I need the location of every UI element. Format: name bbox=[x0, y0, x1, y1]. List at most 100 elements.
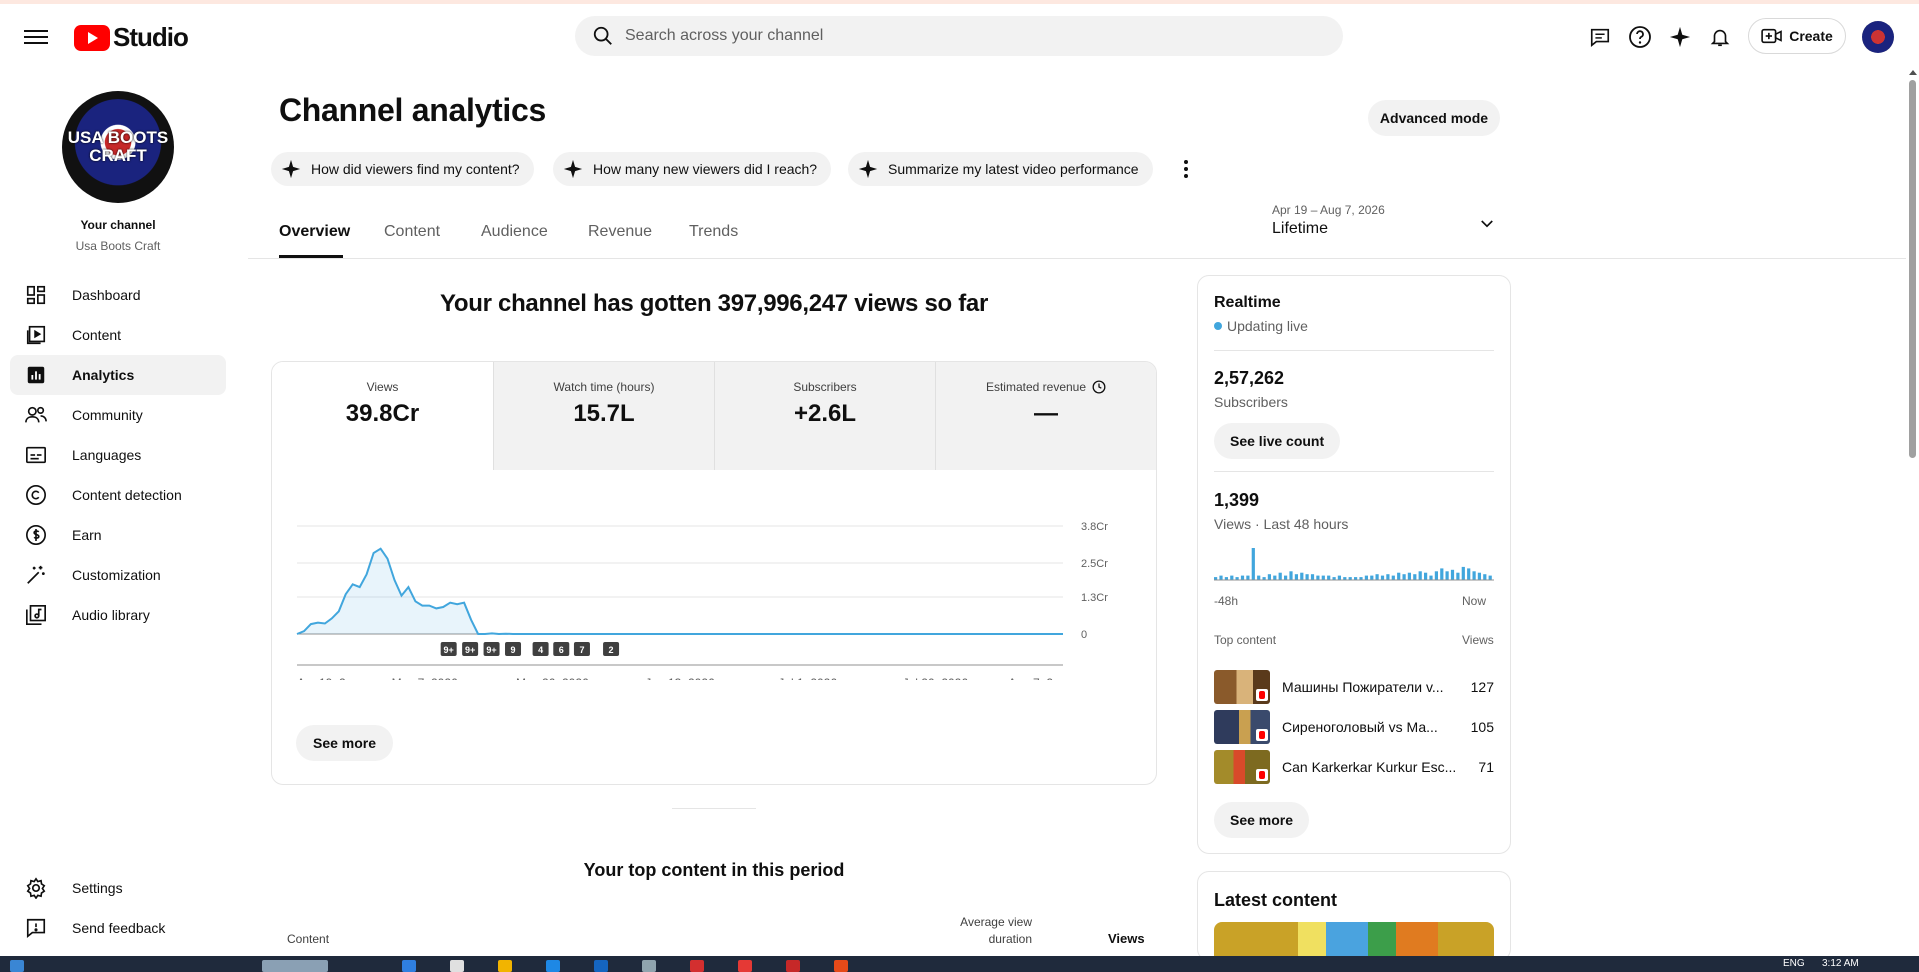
search-bar[interactable] bbox=[575, 16, 1343, 56]
suggestion-chip-find-content[interactable]: How did viewers find my content? bbox=[271, 152, 534, 186]
chart-event-marker: 2 bbox=[603, 642, 620, 656]
studio-logo-text: Studio bbox=[113, 22, 189, 52]
taskbar-app-icon[interactable] bbox=[546, 960, 560, 972]
realtime-bar bbox=[1230, 575, 1234, 580]
shorts-icon bbox=[1256, 689, 1268, 701]
scroll-up-arrow-icon[interactable] bbox=[1909, 70, 1917, 75]
column-header-views[interactable]: Views bbox=[1108, 931, 1145, 946]
svg-text:2: 2 bbox=[609, 645, 614, 655]
top-content-views-col: Views bbox=[1462, 633, 1494, 647]
date-range-selector[interactable]: Apr 19 – Aug 7, 2026 Lifetime bbox=[1272, 203, 1500, 238]
see-live-count-button[interactable]: See live count bbox=[1214, 423, 1341, 459]
search-input[interactable] bbox=[625, 27, 1305, 45]
create-button[interactable]: Create bbox=[1748, 18, 1846, 54]
metric-tab-subscribers[interactable]: Subscribers +2.6L bbox=[714, 362, 935, 470]
channel-name: Usa Boots Craft bbox=[75, 239, 161, 253]
more-options-icon[interactable] bbox=[1176, 156, 1196, 182]
studio-logo[interactable]: Studio bbox=[74, 22, 189, 53]
sidebar-item-analytics[interactable]: Analytics bbox=[10, 355, 226, 395]
see-more-button[interactable]: See more bbox=[296, 725, 394, 761]
svg-text:9+: 9+ bbox=[444, 645, 454, 655]
sidebar-item-dashboard[interactable]: Dashboard bbox=[10, 275, 226, 315]
views-chart[interactable]: 3.8Cr 2.5Cr 1.3Cr 0 Apr 19, 2... May 7, 2026 M… bbox=[272, 470, 1156, 680]
tab-content[interactable]: Content bbox=[384, 223, 440, 241]
realtime-bar bbox=[1434, 571, 1438, 580]
taskbar-app-icon[interactable] bbox=[594, 960, 608, 972]
search-icon bbox=[581, 25, 625, 47]
sidebar-item-label: Dashboard bbox=[72, 287, 141, 303]
realtime-bar bbox=[1316, 575, 1320, 580]
account-avatar[interactable] bbox=[1862, 21, 1894, 53]
svg-text:4: 4 bbox=[538, 645, 543, 655]
taskbar-app-icon[interactable] bbox=[786, 960, 800, 972]
tab-audience[interactable]: Audience bbox=[481, 223, 548, 241]
advanced-mode-button[interactable]: Advanced mode bbox=[1368, 100, 1500, 136]
taskbar-language[interactable]: ENG bbox=[1783, 958, 1805, 969]
realtime-bar bbox=[1327, 575, 1331, 580]
video-views: 71 bbox=[1478, 759, 1494, 775]
suggestion-chip-summarize[interactable]: Summarize my latest video performance bbox=[848, 152, 1153, 186]
realtime-bar bbox=[1294, 574, 1298, 580]
chart-x-tick-label: Jul 1, 2026 bbox=[778, 676, 837, 680]
taskbar-clock[interactable]: 3:12 AM bbox=[1822, 958, 1859, 969]
chart-x-tick-label: Aug 7, 2... bbox=[1008, 676, 1063, 680]
realtime-bar bbox=[1240, 575, 1245, 580]
tab-revenue[interactable]: Revenue bbox=[588, 223, 652, 241]
metric-tab-views[interactable]: Views 39.8Cr bbox=[272, 362, 493, 470]
column-header-avg-view-duration[interactable]: Average view duration bbox=[930, 914, 1032, 948]
sidebar-item-settings[interactable]: Settings bbox=[10, 868, 226, 908]
date-range-dates: Apr 19 – Aug 7, 2026 bbox=[1272, 203, 1385, 217]
taskbar-widget[interactable] bbox=[262, 960, 328, 972]
metric-tab-estimated-revenue[interactable]: Estimated revenue — bbox=[935, 362, 1156, 470]
sparkle-icon[interactable] bbox=[1667, 24, 1693, 50]
tab-overview[interactable]: Overview bbox=[279, 223, 350, 241]
comments-icon[interactable] bbox=[1587, 24, 1613, 50]
content-icon bbox=[24, 323, 48, 347]
scrollbar-thumb[interactable] bbox=[1909, 80, 1916, 458]
start-icon[interactable] bbox=[10, 960, 24, 972]
taskbar-app-icon[interactable] bbox=[834, 960, 848, 972]
bar-axis-left: -48h bbox=[1214, 594, 1239, 608]
taskbar-app-icon[interactable] bbox=[642, 960, 656, 972]
top-content-row[interactable]: Машины Пожиратели v... 127 bbox=[1214, 670, 1494, 704]
channel-avatar-logo-text: USA BOOTS CRAFT bbox=[67, 128, 169, 165]
sidebar-item-audio-library[interactable]: Audio library bbox=[10, 595, 226, 635]
notifications-bell-icon[interactable] bbox=[1707, 24, 1733, 50]
taskbar-app-icon[interactable] bbox=[690, 960, 704, 972]
taskbar-app-icon[interactable] bbox=[450, 960, 464, 972]
realtime-views-bar-chart[interactable] bbox=[1214, 546, 1494, 588]
realtime-see-more-button[interactable]: See more bbox=[1214, 802, 1310, 838]
sidebar-item-community[interactable]: Community bbox=[10, 395, 226, 435]
menu-icon[interactable] bbox=[24, 26, 48, 46]
realtime-bar bbox=[1418, 571, 1422, 580]
chart-event-marker: 9+ bbox=[462, 642, 479, 656]
video-views: 127 bbox=[1470, 679, 1494, 695]
realtime-bar bbox=[1289, 571, 1293, 580]
column-header-content[interactable]: Content bbox=[287, 932, 329, 946]
page-title: Channel analytics bbox=[279, 92, 546, 128]
sidebar-item-label: Audio library bbox=[72, 607, 150, 623]
sidebar-item-languages[interactable]: Languages bbox=[10, 435, 226, 475]
sidebar-item-earn[interactable]: Earn bbox=[10, 515, 226, 555]
scrollbar[interactable] bbox=[1906, 66, 1919, 956]
sidebar-item-customization[interactable]: Customization bbox=[10, 555, 226, 595]
taskbar-app-icon[interactable] bbox=[498, 960, 512, 972]
realtime-bar bbox=[1337, 575, 1341, 580]
help-icon[interactable] bbox=[1627, 24, 1653, 50]
top-content-row[interactable]: Can Karkerkar Kurkur Esc... 71 bbox=[1214, 750, 1494, 784]
tab-trends[interactable]: Trends bbox=[689, 223, 738, 241]
chart-event-marker: 9+ bbox=[440, 642, 457, 656]
taskbar-app-icon[interactable] bbox=[402, 960, 416, 972]
channel-avatar[interactable]: USA BOOTS CRAFT bbox=[62, 91, 174, 203]
tabs-divider bbox=[248, 258, 1919, 259]
taskbar-app-icon[interactable] bbox=[738, 960, 752, 972]
sidebar-item-content[interactable]: Content bbox=[10, 315, 226, 355]
top-content-row[interactable]: Сиреноголовый vs Ма... 105 bbox=[1214, 710, 1494, 744]
suggestion-chip-new-viewers[interactable]: How many new viewers did I reach? bbox=[553, 152, 832, 186]
metric-tab-watch-time[interactable]: Watch time (hours) 15.7L bbox=[493, 362, 714, 470]
sidebar-item-content-detection[interactable]: Content detection bbox=[10, 475, 226, 515]
chart-x-tick-label: Jul 20, 2026 bbox=[903, 676, 969, 680]
svg-text:7: 7 bbox=[579, 645, 584, 655]
sidebar-item-send-feedback[interactable]: Send feedback bbox=[10, 908, 226, 948]
video-thumbnail bbox=[1214, 670, 1270, 704]
